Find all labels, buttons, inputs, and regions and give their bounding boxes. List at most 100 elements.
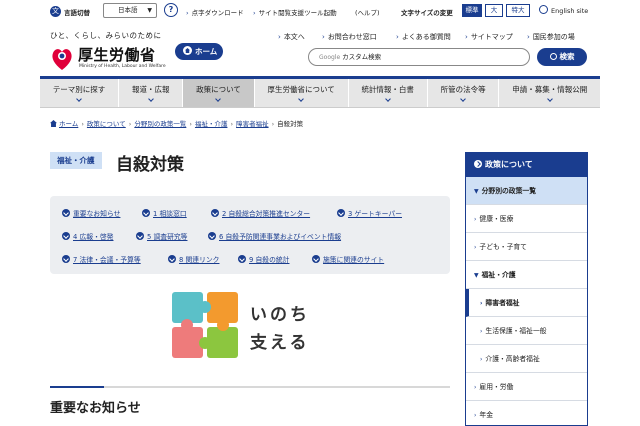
english-site-link[interactable]: English site	[551, 7, 588, 15]
gnav-item-statistics[interactable]: 統計情報・白書	[349, 79, 428, 107]
chevron-down-icon	[215, 96, 222, 102]
chevron-right-icon: ›	[465, 33, 468, 41]
anchor-link[interactable]: 1 相談窓口	[142, 208, 187, 218]
anchor-link[interactable]: 9 自殺の統計	[238, 254, 289, 264]
gnav-item-laws[interactable]: 所管の法令等	[428, 79, 500, 107]
global-nav: テーマ別に探す 報道・広報 政策について 厚生労働省について 統計情報・白書 所…	[40, 76, 600, 108]
utility-bar: 文 言語切替 日本語 ▼ ? › 点字ダウンロード › サイト閲覧支援ツール起動 (ヘ…	[0, 0, 640, 22]
arrow-circle-icon	[312, 255, 320, 263]
browsing-support-link[interactable]: › サイト閲覧支援ツール起動	[253, 7, 337, 17]
tagline: ひと、くらし、みらいのために	[50, 31, 162, 40]
header-link-main[interactable]: › 本文へ	[278, 32, 305, 42]
breadcrumb-disability[interactable]: 障害者福祉	[236, 120, 269, 128]
anchor-link[interactable]: 4 広報・啓発	[62, 231, 113, 241]
chevron-down-icon	[460, 96, 466, 102]
globe-icon	[539, 5, 548, 14]
anchor-link[interactable]: 5 調査研究等	[136, 231, 187, 241]
chevron-down-icon	[298, 96, 304, 102]
gnav-item-applications[interactable]: 申請・募集・情報公開	[499, 79, 600, 107]
header-link-sitemap[interactable]: › サイトマップ	[465, 32, 513, 42]
breadcrumb: ホーム › 政策について › 分野別の政策一覧 › 福祉・介護 › 障害者福祉 › 自殺対策	[50, 118, 303, 128]
header-link-participation[interactable]: › 国民参加の場	[527, 32, 575, 42]
arrow-circle-icon	[337, 209, 345, 217]
header-link-faq[interactable]: › よくある御質問	[396, 32, 451, 42]
chevron-down-icon	[76, 96, 82, 102]
chevron-down-icon	[384, 96, 391, 102]
search-input[interactable]: Google カスタム検索	[308, 48, 530, 66]
text-size-standard[interactable]: 標準	[462, 4, 482, 17]
mhlw-logo-icon[interactable]	[50, 44, 74, 72]
arrow-circle-icon	[211, 209, 219, 217]
language-label: 言語切替	[64, 9, 90, 17]
anchor-link[interactable]: 8 関連リンク	[168, 254, 219, 264]
logo-title[interactable]: 厚生労働省	[78, 44, 156, 65]
breadcrumb-current: 自殺対策	[277, 120, 304, 128]
side-nav: 政策について ▼ 分野別の政策一覧 › 健康・医療 › 子ども・子育て ▼ 福祉・介護 …	[465, 152, 588, 426]
chevron-right-icon: ›	[396, 33, 399, 41]
chevron-down-icon	[546, 96, 553, 102]
campaign-text-line2: 支える	[250, 333, 310, 353]
chevron-right-icon: ›	[474, 216, 477, 223]
side-nav-item-policy-list[interactable]: ▼ 分野別の政策一覧	[466, 177, 587, 205]
section-title: 重要なお知らせ	[50, 401, 141, 416]
side-nav-item-pension[interactable]: › 年金	[466, 401, 587, 426]
anchor-link[interactable]: 2 自殺総合対策推進センター	[211, 208, 310, 218]
campaign-text-line1: いのち	[250, 305, 310, 325]
chevron-right-icon: ›	[480, 328, 483, 335]
side-nav-item-employment[interactable]: › 雇用・労働	[466, 373, 587, 401]
chevron-right-icon: ›	[474, 412, 477, 419]
side-nav-item-livelihood[interactable]: › 生活保護・福祉一般	[466, 317, 587, 345]
gnav-item-policy[interactable]: 政策について	[183, 79, 255, 107]
anchor-link[interactable]: 6 自殺予防関連事業およびイベント情報	[208, 231, 341, 241]
home-icon	[50, 120, 57, 127]
chevron-down-icon: ▼	[474, 188, 479, 195]
chevron-down-icon	[147, 96, 154, 102]
text-size-label: 文字サイズの変更	[401, 9, 453, 17]
anchor-link[interactable]: 7 法律・会議・予算等	[62, 254, 141, 264]
section-divider	[50, 386, 450, 388]
home-icon	[183, 46, 192, 55]
language-icon: 文	[50, 6, 61, 17]
search-button[interactable]: 検索	[537, 48, 587, 66]
header-link-contact[interactable]: › お問合わせ窓口	[322, 32, 377, 42]
anchor-link[interactable]: 施策に関連のサイト	[312, 254, 384, 264]
home-button[interactable]: ホーム	[175, 43, 223, 60]
help-link[interactable]: (ヘルプ)	[355, 7, 380, 17]
arrow-circle-icon	[474, 160, 482, 168]
gnav-item-press[interactable]: 報道・広報	[119, 79, 184, 107]
breadcrumb-policy-list[interactable]: 分野別の政策一覧	[134, 120, 186, 128]
chevron-right-icon: ›	[474, 244, 477, 251]
chevron-down-icon: ▼	[147, 7, 152, 14]
help-icon[interactable]: ?	[164, 3, 178, 17]
anchor-link[interactable]: 重要なお知らせ	[62, 208, 120, 218]
arrow-circle-icon	[62, 255, 70, 263]
puzzle-logo-icon	[172, 292, 238, 358]
chevron-right-icon: ›	[474, 384, 477, 391]
side-nav-item-children[interactable]: › 子ども・子育て	[466, 233, 587, 261]
text-size-large[interactable]: 大	[485, 4, 503, 17]
text-size-xlarge[interactable]: 特大	[506, 4, 530, 17]
side-nav-item-health[interactable]: › 健康・医療	[466, 205, 587, 233]
gnav-item-about[interactable]: 厚生労働省について	[255, 79, 349, 107]
language-select[interactable]: 日本語 ▼	[103, 3, 157, 18]
braille-download-link[interactable]: › 点字ダウンロード	[186, 7, 244, 17]
chevron-right-icon: ›	[527, 33, 530, 41]
side-nav-item-disability[interactable]: › 障害者福祉	[466, 289, 587, 317]
arrow-circle-icon	[142, 209, 150, 217]
chevron-right-icon: ›	[480, 300, 483, 307]
breadcrumb-home[interactable]: ホーム	[59, 120, 78, 128]
gnav-item-themes[interactable]: テーマ別に探す	[40, 79, 120, 107]
arrow-circle-icon	[62, 232, 70, 240]
breadcrumb-welfare[interactable]: 福祉・介護	[195, 120, 228, 128]
side-nav-item-elderly-care[interactable]: › 介護・高齢者福祉	[466, 345, 587, 373]
arrow-circle-icon	[238, 255, 246, 263]
chevron-down-icon: ▼	[474, 272, 479, 279]
side-nav-item-welfare[interactable]: ▼ 福祉・介護	[466, 261, 587, 289]
chevron-right-icon: ›	[322, 33, 325, 41]
search-icon	[549, 53, 557, 60]
side-nav-header[interactable]: 政策について	[466, 153, 587, 177]
page-title: 自殺対策	[116, 155, 184, 175]
anchor-link[interactable]: 3 ゲートキーパー	[337, 208, 402, 218]
breadcrumb-policy[interactable]: 政策について	[87, 120, 126, 128]
arrow-circle-icon	[208, 232, 216, 240]
